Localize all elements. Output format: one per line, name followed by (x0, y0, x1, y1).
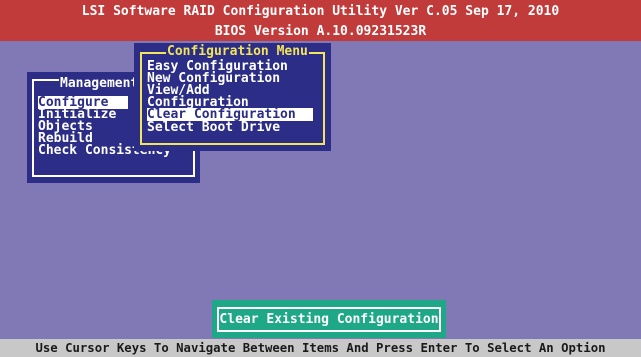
configuration-menu-window: Configuration Menu Easy Configuration Ne… (134, 43, 331, 151)
configuration-menu-title: Configuration Menu (166, 44, 309, 59)
title-bar: LSI Software RAID Configuration Utility … (0, 0, 641, 41)
help-bar: Use Cursor Keys To Navigate Between Item… (0, 339, 641, 357)
management-title: Management (59, 76, 140, 91)
status-box: Clear Existing Configuration (212, 300, 446, 338)
utility-title: LSI Software RAID Configuration Utility … (81, 4, 560, 19)
config-item-select-boot-drive[interactable]: Select Boot Drive (147, 121, 280, 134)
status-text: Clear Existing Configuration (219, 312, 439, 327)
bios-version: BIOS Version A.10.09231523R (214, 24, 427, 39)
